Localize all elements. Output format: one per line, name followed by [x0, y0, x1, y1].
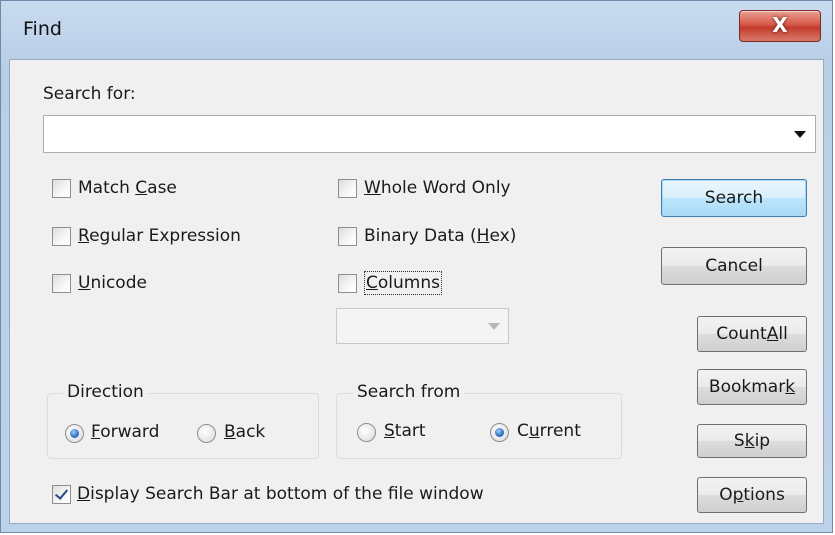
count-all-button[interactable]: Count All: [697, 316, 807, 352]
match-case-label[interactable]: Match Case: [78, 178, 177, 198]
start-radio[interactable]: [357, 423, 376, 442]
unicode-checkbox[interactable]: [52, 274, 71, 293]
match-case-checkbox[interactable]: [52, 179, 71, 198]
direction-group: [47, 393, 319, 459]
regular-expression-label[interactable]: Regular Expression: [78, 226, 241, 246]
chevron-down-icon[interactable]: [789, 123, 811, 145]
search-for-combobox[interactable]: [43, 115, 816, 153]
display-search-bar-label[interactable]: Display Search Bar at bottom of the file…: [77, 484, 484, 504]
regular-expression-checkbox[interactable]: [52, 227, 71, 246]
columns-label[interactable]: Columns: [364, 271, 442, 295]
back-radio[interactable]: [197, 424, 216, 443]
current-label[interactable]: Current: [517, 421, 581, 441]
current-radio[interactable]: [490, 423, 509, 442]
dialog-client-area: Search for: Match Case Regular Expressio…: [9, 59, 824, 524]
back-label[interactable]: Back: [224, 422, 265, 442]
binary-data-hex-checkbox[interactable]: [338, 227, 357, 246]
start-label[interactable]: Start: [384, 421, 426, 441]
columns-combobox: [336, 308, 509, 344]
dialog-title: Find: [23, 18, 62, 40]
close-icon: X: [772, 13, 788, 37]
direction-group-label: Direction: [63, 382, 148, 402]
options-button[interactable]: Op tions: [697, 477, 807, 513]
unicode-label[interactable]: Unicode: [78, 273, 147, 293]
title-bar[interactable]: Find X: [1, 1, 832, 59]
columns-checkbox[interactable]: [338, 274, 357, 293]
close-button[interactable]: X: [739, 10, 821, 42]
find-dialog: Find X Search for: Match Case Regular Ex…: [0, 0, 833, 533]
skip-button[interactable]: Sk ip: [697, 424, 807, 458]
cancel-button[interactable]: Cancel: [661, 247, 807, 285]
forward-label[interactable]: Forward: [91, 422, 159, 442]
search-for-label: Search for:: [43, 84, 136, 104]
whole-word-only-label[interactable]: Whole Word Only: [364, 178, 511, 198]
search-button[interactable]: Search: [661, 179, 807, 217]
binary-data-hex-label[interactable]: Binary Data (Hex): [364, 226, 516, 246]
forward-radio[interactable]: [65, 424, 84, 443]
search-input[interactable]: [46, 118, 780, 150]
whole-word-only-checkbox[interactable]: [338, 179, 357, 198]
search-from-group-label: Search from: [353, 382, 465, 402]
display-search-bar-checkbox[interactable]: [52, 485, 71, 504]
bookmark-button[interactable]: Bookmar k: [697, 369, 807, 405]
